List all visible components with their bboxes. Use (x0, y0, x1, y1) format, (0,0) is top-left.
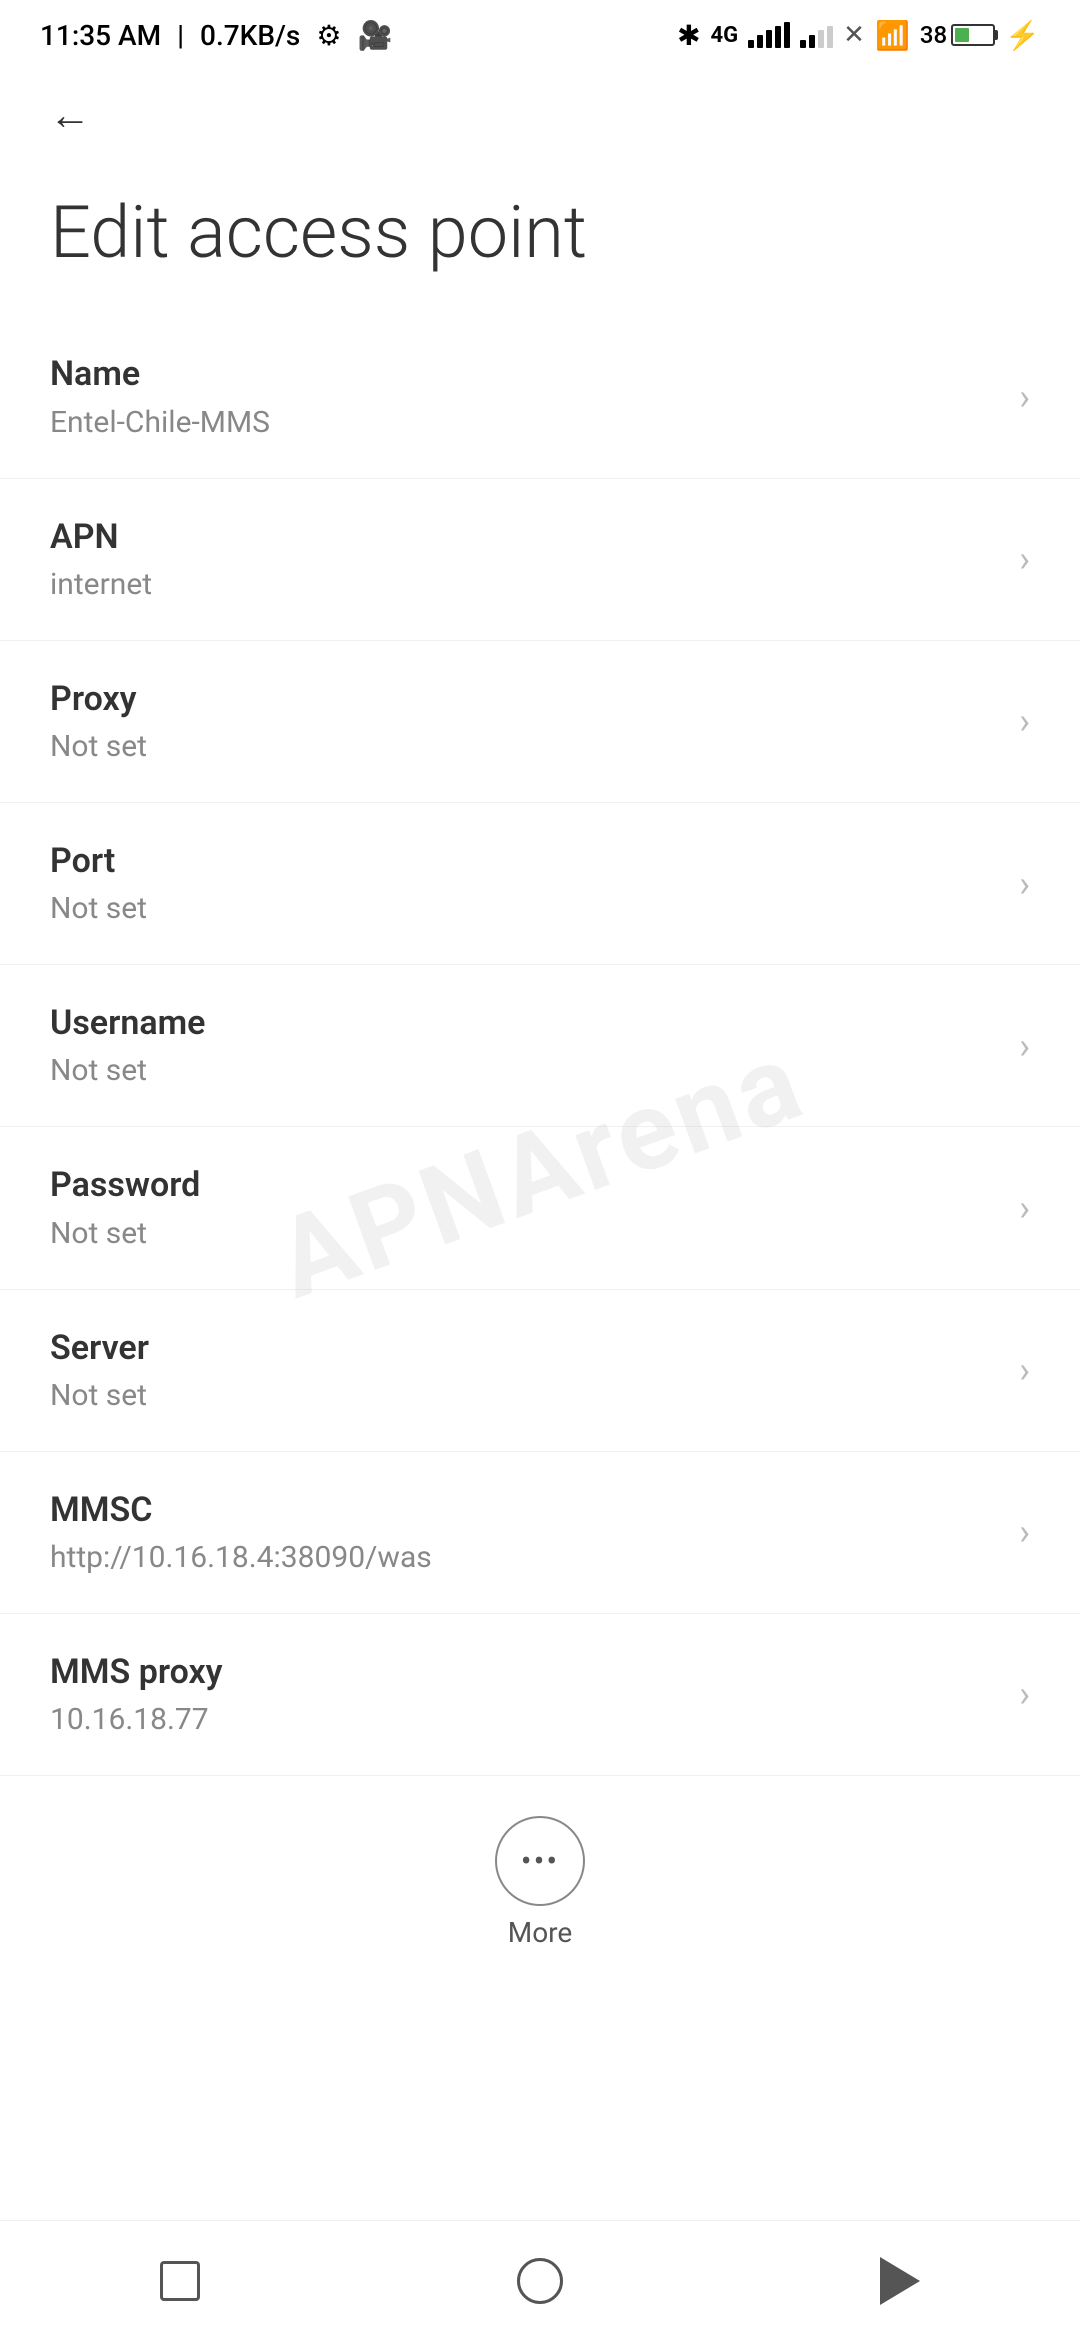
settings-value-proxy: Not set (50, 727, 999, 766)
settings-label-password: Password (50, 1163, 999, 1207)
settings-label-name: Name (50, 352, 999, 396)
battery-percent: 38 (920, 21, 947, 49)
network-4g-icon: 4G (711, 23, 739, 48)
settings-item-server-content: Server Not set (50, 1326, 999, 1415)
settings-value-apn: internet (50, 565, 999, 604)
settings-item-username[interactable]: Username Not set › (0, 965, 1080, 1127)
more-section: ••• More (0, 1776, 1080, 1979)
charging-icon: ⚡ (1005, 19, 1040, 52)
more-dots-icon: ••• (521, 1842, 559, 1880)
chevron-right-icon-name: › (1019, 376, 1030, 418)
settings-value-name: Entel-Chile-MMS (50, 403, 999, 442)
back-nav-icon (880, 2257, 920, 2305)
chevron-right-icon-apn: › (1019, 538, 1030, 580)
settings-item-apn[interactable]: APN internet › (0, 479, 1080, 641)
settings-item-apn-content: APN internet (50, 515, 999, 604)
settings-item-mmsc-content: MMSC http://10.16.18.4:38090/was (50, 1488, 999, 1577)
speed-display: | (177, 19, 184, 52)
more-label: More (508, 1916, 573, 1949)
wifi-icon: 📶 (875, 19, 910, 52)
settings-label-mmsc: MMSC (50, 1488, 999, 1532)
settings-label-port: Port (50, 839, 999, 883)
bluetooth-icon: ✱ (677, 19, 700, 52)
settings-list: Name Entel-Chile-MMS › APN internet › Pr… (0, 316, 1080, 1776)
settings-item-password[interactable]: Password Not set › (0, 1127, 1080, 1289)
chevron-right-icon-port: › (1019, 863, 1030, 905)
settings-value-server: Not set (50, 1376, 999, 1415)
no-signal-icon: ✕ (843, 20, 865, 50)
chevron-right-icon-proxy: › (1019, 700, 1030, 742)
settings-label-server: Server (50, 1326, 999, 1370)
settings-item-mms-proxy[interactable]: MMS proxy 10.16.18.77 › (0, 1614, 1080, 1776)
back-arrow-icon: ← (49, 91, 91, 140)
page-title: Edit access point (0, 160, 1080, 316)
battery-box (951, 24, 995, 46)
battery-fill (955, 28, 969, 42)
settings-item-name[interactable]: Name Entel-Chile-MMS › (0, 316, 1080, 478)
chevron-right-icon-password: › (1019, 1187, 1030, 1229)
status-bar: 11:35 AM | 0.7KB/s ⚙ 🎥 ✱ 4G ✕ 📶 38 (0, 0, 1080, 70)
settings-item-server[interactable]: Server Not set › (0, 1290, 1080, 1452)
settings-item-mms-proxy-content: MMS proxy 10.16.18.77 (50, 1650, 999, 1739)
nav-bar: ← (0, 70, 1080, 160)
more-button[interactable]: ••• (495, 1816, 585, 1906)
settings-value-password: Not set (50, 1214, 999, 1253)
status-left: 11:35 AM | 0.7KB/s ⚙ 🎥 (40, 19, 392, 52)
settings-label-username: Username (50, 1001, 999, 1045)
status-right: ✱ 4G ✕ 📶 38 ⚡ (677, 19, 1040, 52)
main-content: Edit access point Name Entel-Chile-MMS ›… (0, 160, 1080, 2119)
battery-indicator: 38 (920, 21, 995, 49)
settings-value-username: Not set (50, 1051, 999, 1090)
settings-label-proxy: Proxy (50, 677, 999, 721)
settings-item-proxy-content: Proxy Not set (50, 677, 999, 766)
recent-apps-icon (160, 2261, 200, 2301)
settings-item-port[interactable]: Port Not set › (0, 803, 1080, 965)
back-button[interactable]: ← (40, 85, 100, 145)
network-speed: 0.7KB/s (200, 19, 300, 52)
settings-label-mms-proxy: MMS proxy (50, 1650, 999, 1694)
settings-item-password-content: Password Not set (50, 1163, 999, 1252)
time-display: 11:35 AM (40, 19, 161, 52)
nav-recent-apps-button[interactable] (140, 2241, 220, 2321)
home-icon (517, 2258, 563, 2304)
settings-item-port-content: Port Not set (50, 839, 999, 928)
settings-value-mms-proxy: 10.16.18.77 (50, 1700, 999, 1739)
nav-back-button[interactable] (860, 2241, 940, 2321)
chevron-right-icon-username: › (1019, 1025, 1030, 1067)
chevron-right-icon-server: › (1019, 1349, 1030, 1391)
settings-icon: ⚙ (316, 19, 341, 52)
settings-value-mmsc: http://10.16.18.4:38090/was (50, 1538, 999, 1577)
signal-bars-1 (748, 22, 790, 48)
settings-item-proxy[interactable]: Proxy Not set › (0, 641, 1080, 803)
camera-icon: 🎥 (357, 19, 392, 52)
signal-bars-2 (800, 22, 833, 48)
nav-home-button[interactable] (500, 2241, 580, 2321)
settings-item-mmsc[interactable]: MMSC http://10.16.18.4:38090/was › (0, 1452, 1080, 1614)
settings-item-username-content: Username Not set (50, 1001, 999, 1090)
settings-value-port: Not set (50, 889, 999, 928)
settings-label-apn: APN (50, 515, 999, 559)
settings-item-name-content: Name Entel-Chile-MMS (50, 352, 999, 441)
chevron-right-icon-mms-proxy: › (1019, 1673, 1030, 1715)
chevron-right-icon-mmsc: › (1019, 1511, 1030, 1553)
bottom-nav (0, 2220, 1080, 2340)
